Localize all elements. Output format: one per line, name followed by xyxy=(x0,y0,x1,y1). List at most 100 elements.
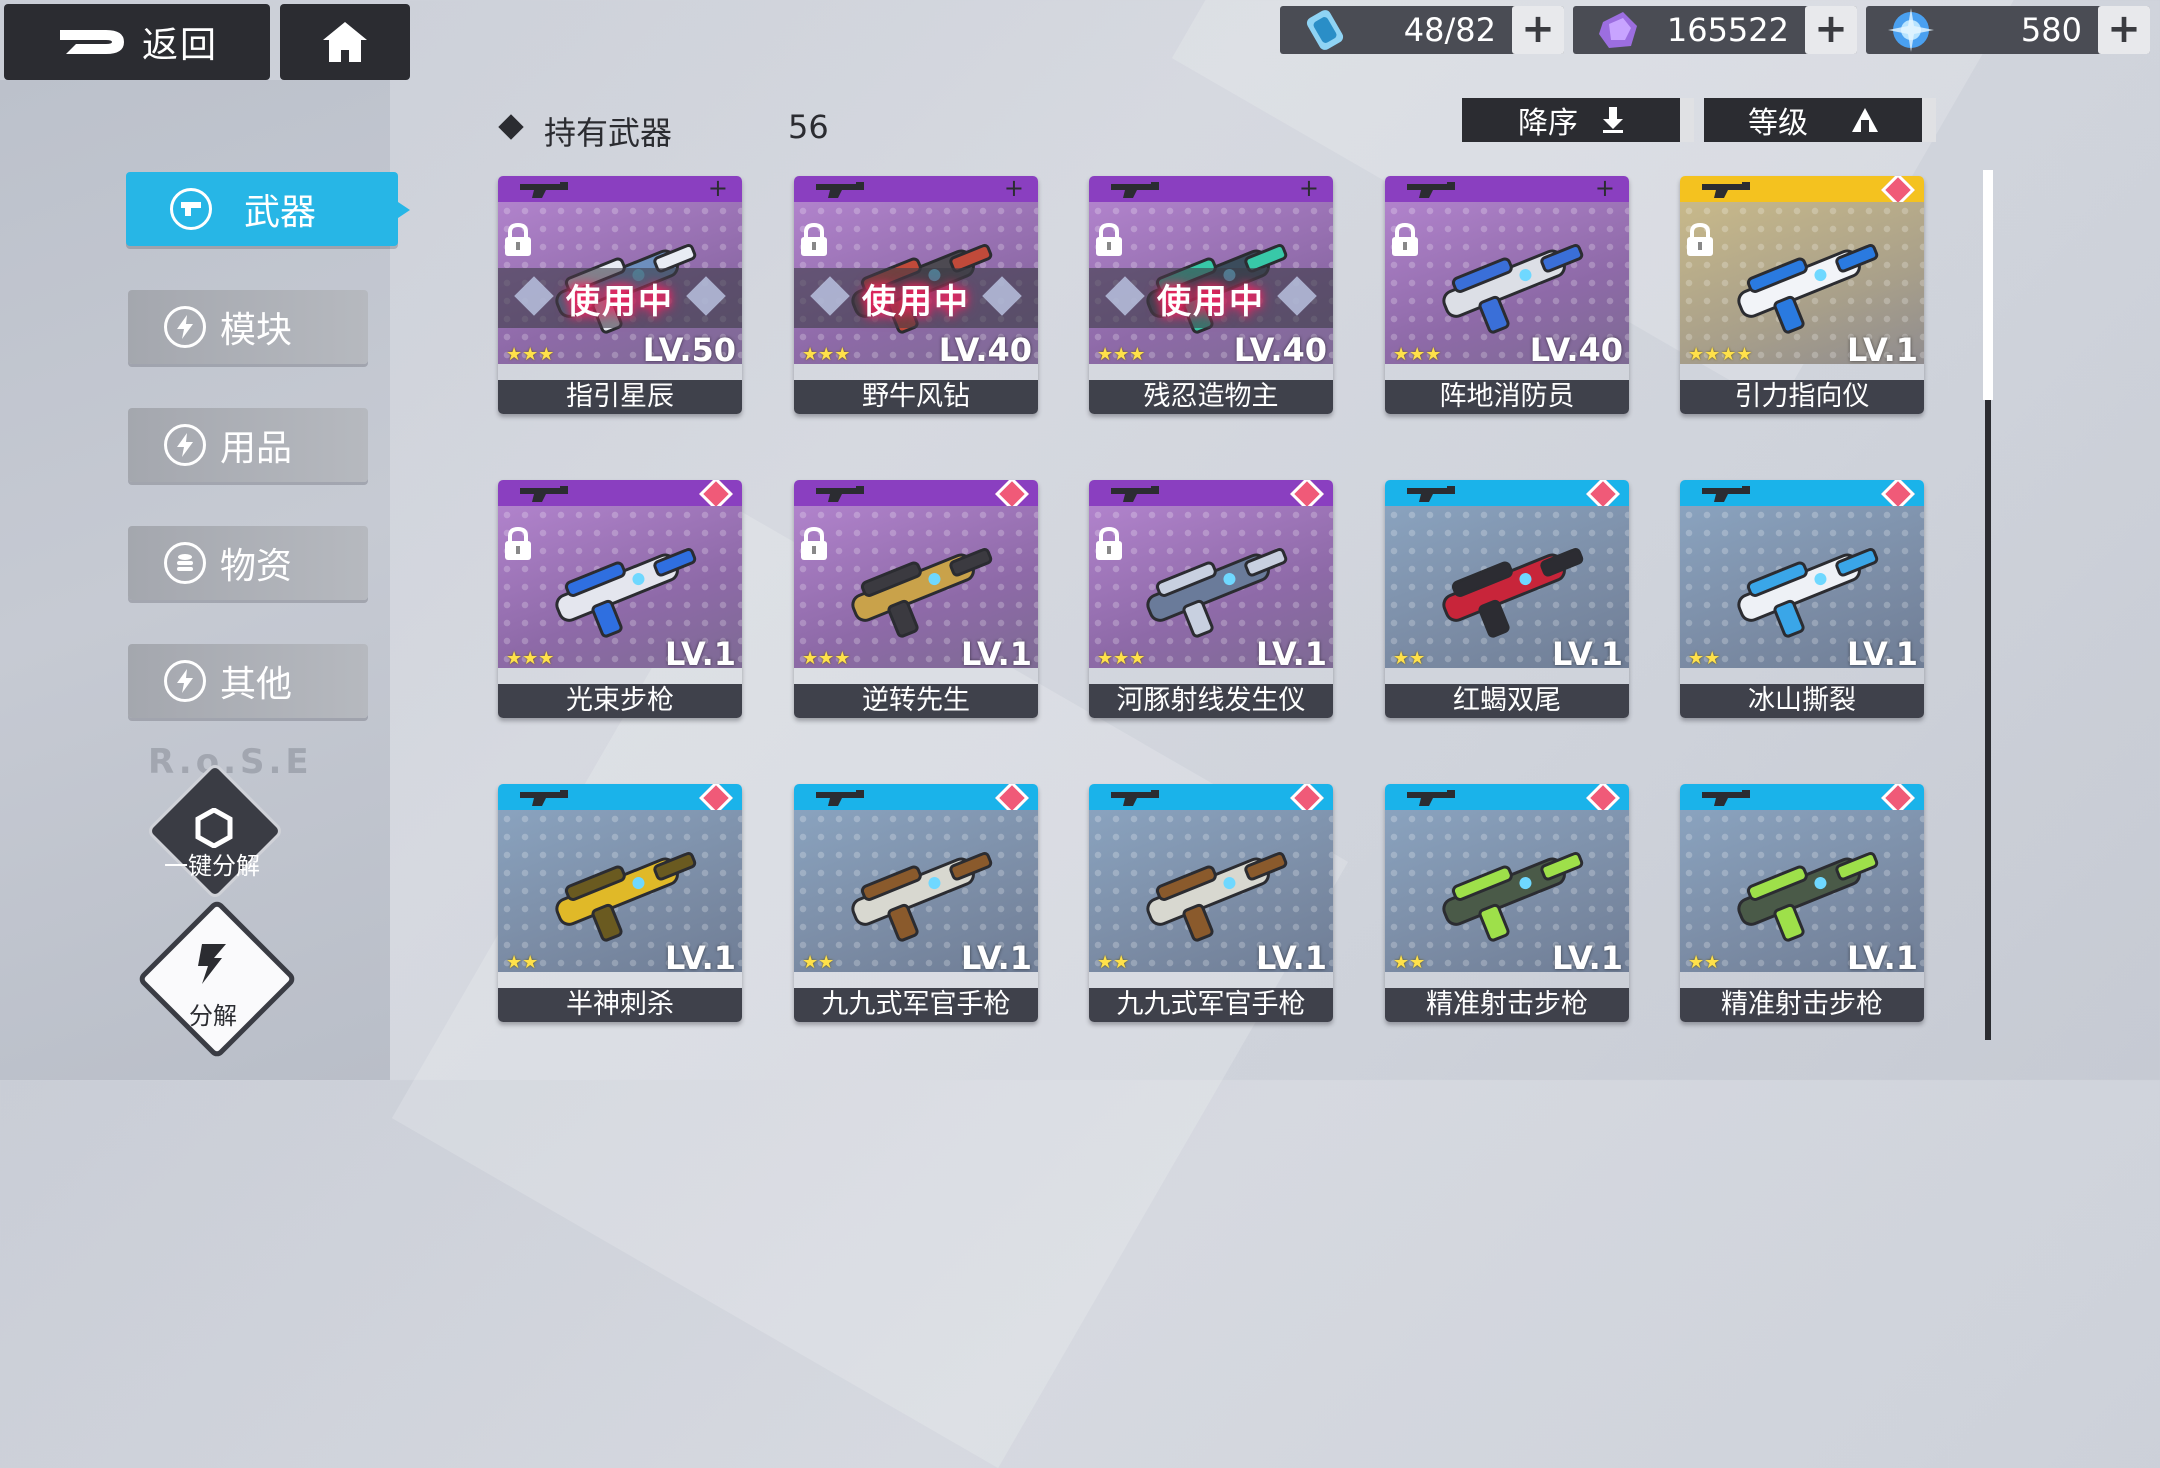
one-click-decompose-label: 一键分解 xyxy=(164,852,260,880)
weapon-name: 半神刺杀 xyxy=(498,988,742,1022)
stack-icon xyxy=(164,542,206,584)
in-use-overlay: 使用中 xyxy=(498,268,742,328)
weapon-name: 逆转先生 xyxy=(794,684,1038,718)
gun-type-icon xyxy=(1702,182,1750,198)
gun-type-icon xyxy=(1407,486,1455,502)
weapon-card[interactable]: + 使用中 ★★★ LV. xyxy=(498,176,742,414)
decompose-icon xyxy=(198,944,226,984)
decompose-label: 分解 xyxy=(189,1002,237,1030)
weapon-card[interactable]: ★★ LV.1 半神刺杀 xyxy=(498,784,742,1022)
header-diamond xyxy=(498,114,524,140)
weapon-name: 精准射击步枪 xyxy=(1680,988,1924,1022)
weapon-name: 光束步枪 xyxy=(498,684,742,718)
weapon-name: 野牛风钻 xyxy=(794,380,1038,414)
weapon-card[interactable]: + 使用中 ★★★ LV. xyxy=(794,176,1038,414)
in-use-label: 使用中 xyxy=(1157,281,1265,322)
back-button[interactable]: 返回 xyxy=(4,4,270,80)
enhance-mark-icon: + xyxy=(1298,176,1319,202)
weapon-card[interactable]: + 使用中 ★★★ LV. xyxy=(1089,176,1333,414)
lock-icon[interactable] xyxy=(796,222,832,258)
crystal-icon xyxy=(1599,12,1637,48)
star-rating: ★★★★ xyxy=(1688,344,1753,365)
weapon-level: LV.50 xyxy=(642,331,736,369)
gun-type-icon xyxy=(1702,486,1750,502)
bolt-icon xyxy=(164,306,206,348)
weapon-card[interactable]: ★★★★ LV.1 引力指向仪 xyxy=(1680,176,1924,414)
sort-type-label: 等级 xyxy=(1748,106,1808,141)
weapon-level: LV.40 xyxy=(938,331,1032,369)
weapon-card[interactable]: ★★ LV.1 九九式军官手枪 xyxy=(794,784,1038,1022)
sidebar-item-materials[interactable]: 物资 xyxy=(128,526,368,600)
lock-icon[interactable] xyxy=(1387,222,1423,258)
add-stamina-button[interactable]: + xyxy=(1512,6,1564,54)
sidebar-item-label: 物资 xyxy=(220,546,293,587)
weapon-card[interactable]: ★★ LV.1 精准射击步枪 xyxy=(1385,784,1629,1022)
sidebar-item-label: 用品 xyxy=(220,428,293,469)
weapon-card[interactable]: ★★★ LV.1 逆转先生 xyxy=(794,480,1038,718)
weapon-image xyxy=(1146,547,1288,638)
sort-order-button[interactable]: 降序 xyxy=(1462,98,1694,142)
weapon-name: 引力指向仪 xyxy=(1680,380,1924,414)
stamina-value: 48/82 xyxy=(1403,11,1496,49)
sidebar-item-weapons[interactable]: 武器 xyxy=(126,172,410,246)
home-button[interactable] xyxy=(280,4,410,80)
diamond-decor-icon xyxy=(1277,276,1317,316)
weapon-card[interactable]: + ★★★ LV.40 阵地消防员 xyxy=(1385,176,1629,414)
lock-icon[interactable] xyxy=(1091,222,1127,258)
gun-type-icon xyxy=(520,486,568,502)
star-rating: ★★ xyxy=(1688,648,1721,669)
weapon-image xyxy=(851,851,993,942)
weapon-level: LV.1 xyxy=(960,635,1032,673)
sidebar-item-supplies[interactable]: 用品 xyxy=(128,408,368,482)
weapon-image xyxy=(1442,243,1584,334)
star-rating: ★★★ xyxy=(1097,648,1146,669)
lock-icon[interactable] xyxy=(500,222,536,258)
arrow-down-icon xyxy=(1603,107,1623,133)
star-rating: ★★★ xyxy=(506,648,555,669)
weapon-name: 九九式军官手枪 xyxy=(794,988,1038,1022)
weapon-level: LV.1 xyxy=(1846,331,1918,369)
enhance-mark-icon: + xyxy=(1594,176,1615,202)
weapon-card[interactable]: ★★ LV.1 冰山撕裂 xyxy=(1680,480,1924,718)
weapon-card[interactable]: ★★ LV.1 九九式军官手枪 xyxy=(1089,784,1333,1022)
hourglass-icon xyxy=(1306,10,1344,50)
sidebar-item-label: 其他 xyxy=(220,664,293,705)
star-rating: ★★ xyxy=(1097,952,1130,973)
lock-icon[interactable] xyxy=(1091,526,1127,562)
lock-icon[interactable] xyxy=(796,526,832,562)
weapon-name: 红蝎双尾 xyxy=(1385,684,1629,718)
sidebar-item-other[interactable]: 其他 xyxy=(128,644,368,718)
weapon-level: LV.1 xyxy=(664,635,736,673)
weapon-image xyxy=(1737,851,1879,942)
weapon-card[interactable]: ★★ LV.1 精准射击步枪 xyxy=(1680,784,1924,1022)
weapon-level: LV.1 xyxy=(1846,635,1918,673)
weapon-level: LV.1 xyxy=(1551,635,1623,673)
star-rating: ★★ xyxy=(1393,648,1426,669)
resource-crystal: 165522 + xyxy=(1573,6,1857,54)
orb-icon xyxy=(1888,8,1934,52)
scrollbar-thumb[interactable] xyxy=(1983,170,1993,400)
diamond-decor-icon xyxy=(810,276,850,316)
diamond-decor-icon xyxy=(1105,276,1145,316)
weapon-card[interactable]: ★★ LV.1 红蝎双尾 xyxy=(1385,480,1629,718)
star-rating: ★★ xyxy=(802,952,835,973)
lock-icon[interactable] xyxy=(500,526,536,562)
add-crystal-button[interactable]: + xyxy=(1805,6,1857,54)
weapon-level: LV.40 xyxy=(1529,331,1623,369)
diamond-decor-icon xyxy=(514,276,554,316)
weapon-card[interactable]: ★★★ LV.1 河豚射线发生仪 xyxy=(1089,480,1333,718)
weapon-level: LV.1 xyxy=(664,939,736,977)
sidebar-item-label: 武器 xyxy=(244,192,317,233)
sidebar-item-modules[interactable]: 模块 xyxy=(128,290,368,364)
page-title: 持有武器 xyxy=(544,114,673,152)
gun-type-icon xyxy=(1407,182,1455,198)
lock-icon[interactable] xyxy=(1682,222,1718,258)
gun-type-icon xyxy=(1111,486,1159,502)
sort-type-button[interactable]: 等级 xyxy=(1704,98,1936,142)
star-rating: ★★★ xyxy=(802,344,851,365)
weapon-name: 残忍造物主 xyxy=(1089,380,1333,414)
add-orb-button[interactable]: + xyxy=(2098,6,2150,54)
sidebar-item-label: 模块 xyxy=(220,310,293,351)
weapon-card[interactable]: ★★★ LV.1 光束步枪 xyxy=(498,480,742,718)
star-rating: ★★ xyxy=(506,952,539,973)
